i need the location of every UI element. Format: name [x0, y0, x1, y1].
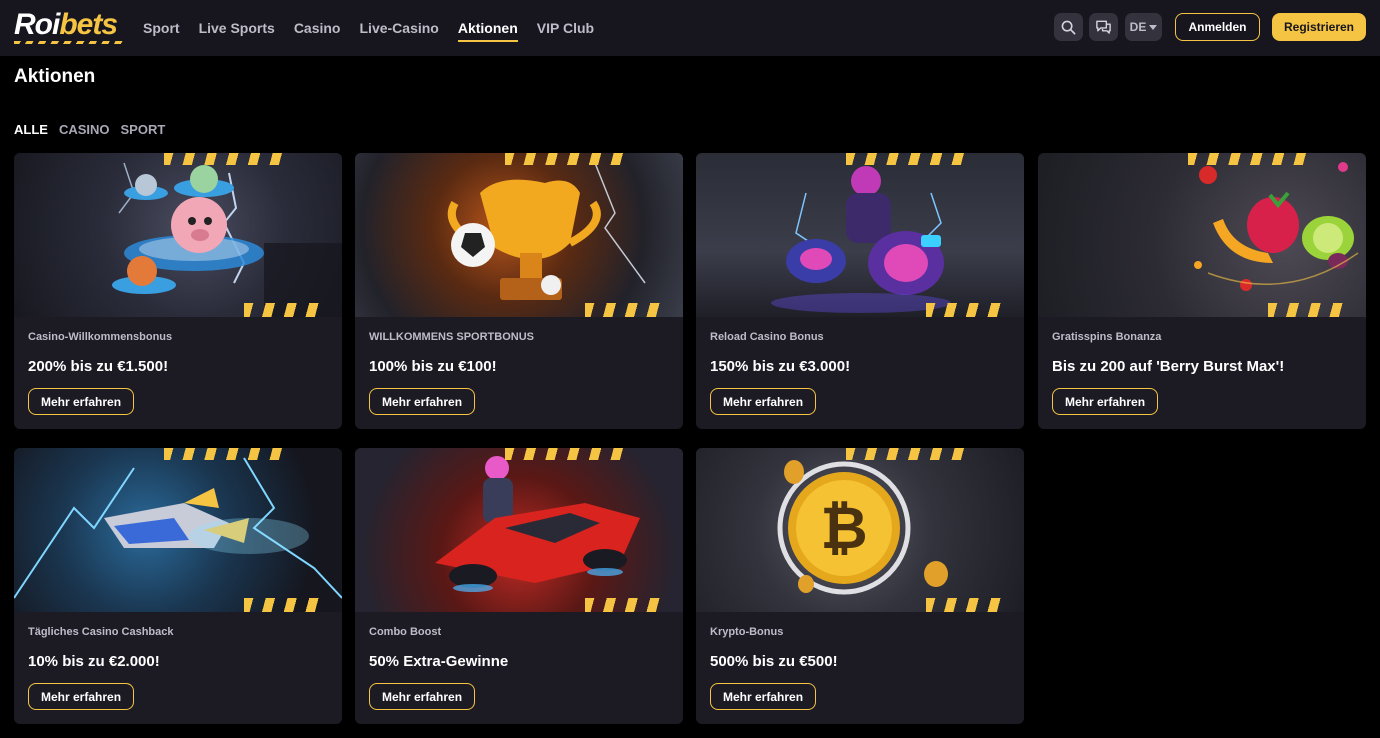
- fruits-art: [1038, 153, 1366, 317]
- mehr-erfahren-button[interactable]: Mehr erfahren: [369, 388, 476, 415]
- logo-text-bets: bets: [59, 8, 118, 41]
- language-label: DE: [1129, 20, 1147, 34]
- chat-button[interactable]: [1089, 13, 1118, 41]
- chat-icon: [1096, 20, 1111, 34]
- stripes-decoration: [1268, 303, 1348, 317]
- promo-card: Casino-Willkommensbonus 200% bis zu €1.5…: [14, 153, 342, 429]
- search-icon: [1061, 20, 1076, 34]
- top-header: Roibets Sport Live Sports Casino Live-Ca…: [0, 0, 1380, 56]
- promo-subtitle: Casino-Willkommensbonus: [28, 331, 173, 343]
- mehr-erfahren-button[interactable]: Mehr erfahren: [28, 683, 135, 710]
- search-button[interactable]: [1054, 13, 1083, 41]
- promo-card: Gratisspins Bonanza Bis zu 200 auf 'Berr…: [1038, 153, 1366, 429]
- mehr-erfahren-button[interactable]: Mehr erfahren: [28, 388, 135, 415]
- trophy-football-art: [355, 153, 683, 317]
- stripes-decoration: [926, 598, 1006, 612]
- logo-stripes: [14, 41, 124, 44]
- stripes-decoration: [1188, 153, 1314, 165]
- page-title: Aktionen: [14, 66, 96, 87]
- language-selector[interactable]: DE: [1125, 13, 1162, 41]
- red-supercar-art: [355, 448, 683, 612]
- promo-title: Bis zu 200 auf 'Berry Burst Max'!: [1052, 358, 1285, 375]
- promo-subtitle: Reload Casino Bonus: [710, 331, 824, 343]
- main-nav: Sport Live Sports Casino Live-Casino Akt…: [143, 0, 613, 56]
- neon-motorbike-art: [696, 153, 1024, 317]
- stripes-decoration: [505, 448, 631, 460]
- roibets-logo[interactable]: Roibets: [14, 10, 124, 44]
- mehr-erfahren-button[interactable]: Mehr erfahren: [710, 388, 817, 415]
- promo-title: 100% bis zu €100!: [369, 358, 497, 375]
- logo-text-roi: Roi: [14, 8, 60, 41]
- register-button[interactable]: Registrieren: [1272, 13, 1366, 41]
- promo-filter-tabs: ALLE CASINO SPORT: [14, 122, 165, 137]
- nav-casino[interactable]: Casino: [294, 0, 341, 56]
- stripes-decoration: [585, 598, 665, 612]
- stripes-decoration: [244, 303, 324, 317]
- promo-subtitle: Combo Boost: [369, 626, 442, 638]
- filter-casino[interactable]: CASINO: [59, 122, 110, 137]
- promo-title: 200% bis zu €1.500!: [28, 358, 169, 375]
- promo-title: 10% bis zu €2.000!: [28, 653, 160, 670]
- mehr-erfahren-button[interactable]: Mehr erfahren: [369, 683, 476, 710]
- promo-title: 150% bis zu €3.000!: [710, 358, 851, 375]
- promo-title: 50% Extra-Gewinne: [369, 653, 509, 670]
- stripes-decoration: [585, 303, 665, 317]
- promo-subtitle: Gratisspins Bonanza: [1052, 331, 1162, 343]
- stripes-decoration: [505, 153, 631, 165]
- filter-sport[interactable]: SPORT: [121, 122, 166, 137]
- stripes-decoration: [164, 448, 290, 460]
- stripes-decoration: [846, 153, 972, 165]
- promo-subtitle: Tägliches Casino Cashback: [28, 626, 174, 638]
- promo-title: 500% bis zu €500!: [710, 653, 838, 670]
- stripes-decoration: [846, 448, 972, 460]
- promo-card: Reload Casino Bonus 150% bis zu €3.000! …: [696, 153, 1024, 429]
- nav-vip-club[interactable]: VIP Club: [537, 0, 594, 56]
- nav-aktionen[interactable]: Aktionen: [457, 0, 518, 56]
- nav-sport[interactable]: Sport: [143, 0, 180, 56]
- chevron-down-icon: [1149, 24, 1158, 30]
- mehr-erfahren-button[interactable]: Mehr erfahren: [710, 683, 817, 710]
- stripes-decoration: [244, 598, 324, 612]
- promo-card: WILLKOMMENS SPORTBONUS 100% bis zu €100!…: [355, 153, 683, 429]
- stripes-decoration: [164, 153, 290, 165]
- svg-text:₿: ₿: [820, 496, 867, 561]
- filter-all[interactable]: ALLE: [14, 122, 48, 137]
- bitcoin-coin-art: ₿: [696, 448, 1024, 612]
- promo-card: ₿ Krypto-Bonus 500% bis zu €500! Mehr er…: [696, 448, 1024, 724]
- login-button[interactable]: Anmelden: [1175, 13, 1260, 41]
- promo-subtitle: WILLKOMMENS SPORTBONUS: [369, 331, 534, 343]
- nav-live-sports[interactable]: Live Sports: [199, 0, 275, 56]
- nav-live-casino[interactable]: Live-Casino: [360, 0, 439, 56]
- spaceship-art: [14, 448, 342, 612]
- promo-card: Tägliches Casino Cashback 10% bis zu €2.…: [14, 448, 342, 724]
- promo-card: Combo Boost 50% Extra-Gewinne Mehr erfah…: [355, 448, 683, 724]
- mehr-erfahren-button[interactable]: Mehr erfahren: [1052, 388, 1159, 415]
- stripes-decoration: [926, 303, 1006, 317]
- alien-ufo-art: [14, 153, 342, 317]
- promo-subtitle: Krypto-Bonus: [710, 626, 784, 638]
